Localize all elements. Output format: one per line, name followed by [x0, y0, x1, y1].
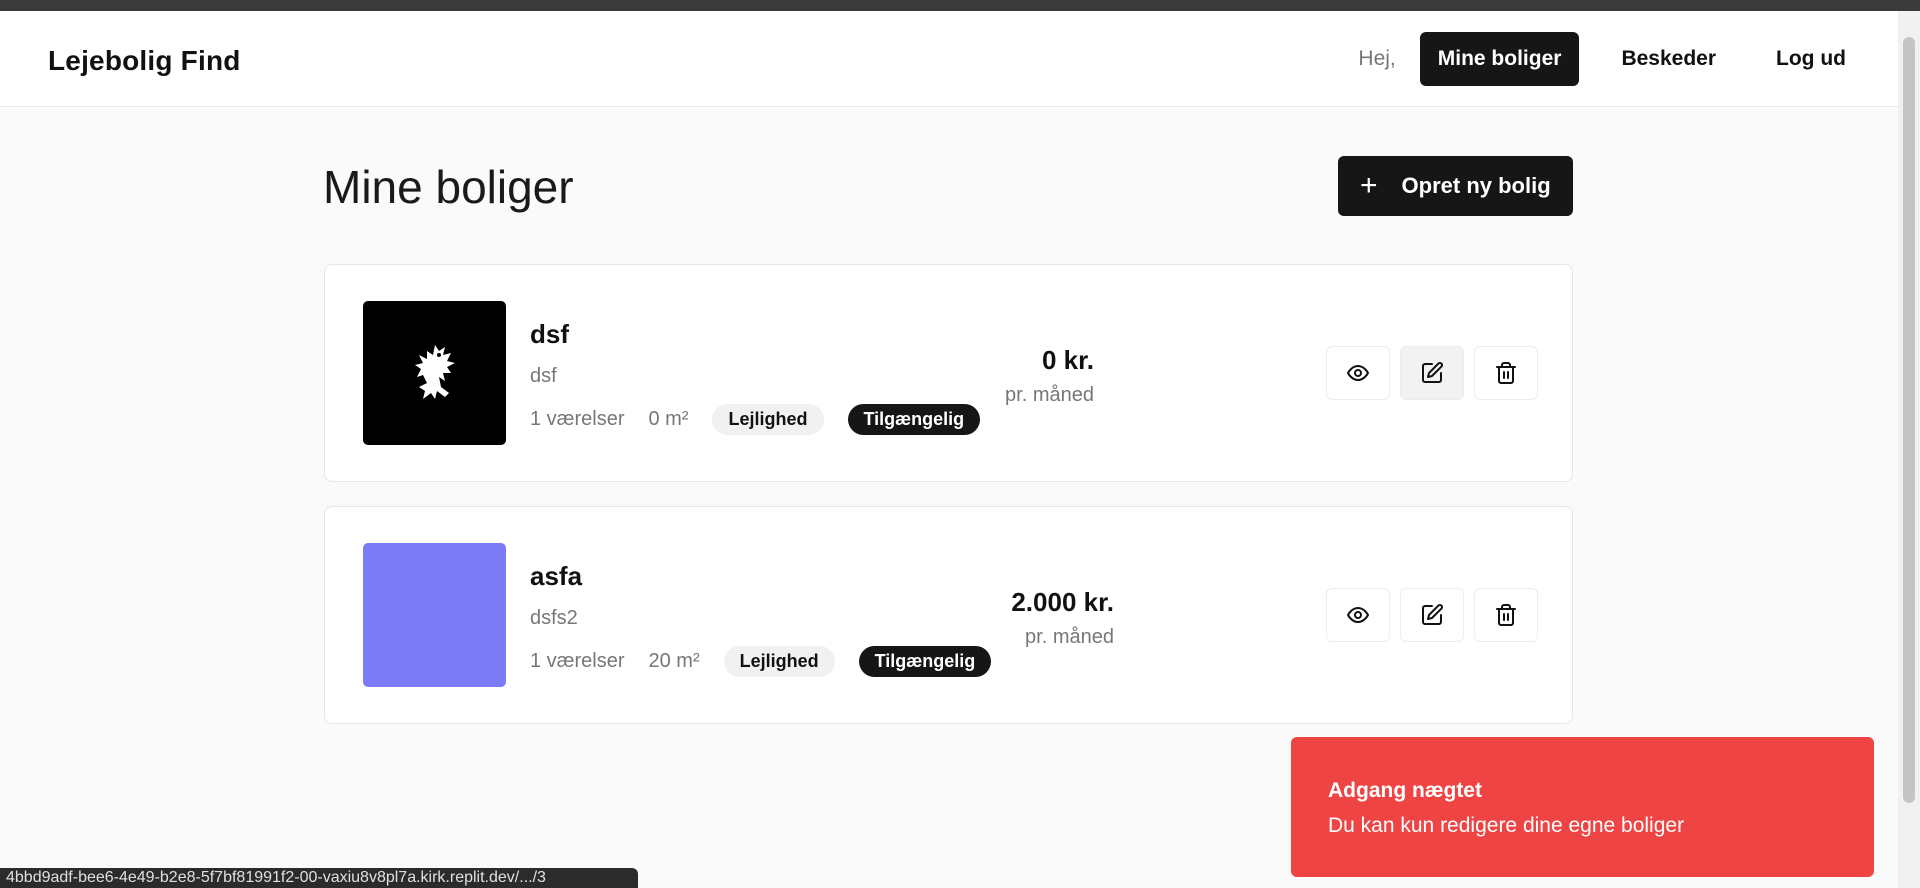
browser-top-strip [0, 0, 1920, 11]
view-button[interactable] [1326, 588, 1390, 642]
create-property-button[interactable]: + Opret ny bolig [1338, 156, 1573, 216]
eye-icon [1347, 607, 1369, 623]
listing-card: dsf dsf 1 værelser 0 m² Lejlighed Tilgæn… [324, 264, 1573, 482]
delete-button[interactable] [1474, 588, 1538, 642]
price-unit: pr. måned [1005, 384, 1094, 406]
brand-logo[interactable]: Lejebolig Find [48, 45, 241, 77]
type-badge: Lejlighed [712, 404, 824, 435]
status-badge: Tilgængelig [858, 646, 992, 677]
edit-button[interactable] [1400, 346, 1464, 400]
listing-subtitle: dsf [530, 365, 557, 387]
listing-rooms: 1 værelser [530, 408, 625, 430]
nav-my-properties[interactable]: Mine boliger [1419, 32, 1580, 86]
listing-subtitle: dsfs2 [530, 607, 578, 629]
listing-area: 0 m² [648, 408, 689, 430]
toast-message: Du kan kun redigere dine egne boliger [1328, 814, 1685, 837]
status-badge: Tilgængelig [847, 404, 981, 435]
price-amount: 2.000 kr. [1011, 587, 1114, 617]
page-scrollbar[interactable] [1898, 11, 1920, 888]
view-button[interactable] [1326, 346, 1390, 400]
error-toast[interactable]: Adgang nægtet Du kan kun redigere dine e… [1291, 737, 1874, 877]
listing-card: asfa dsfs2 1 værelser 20 m² Lejlighed Ti… [324, 506, 1573, 724]
listing-meta: 1 værelser 0 m² Lejlighed Tilgængelig [530, 404, 981, 435]
delete-button[interactable] [1474, 346, 1538, 400]
create-property-label: Opret ny bolig [1401, 173, 1551, 198]
listing-title[interactable]: dsf [530, 319, 569, 350]
main-nav: Hej, Mine boliger Beskeder Log ud [1358, 32, 1898, 86]
listing-actions [1326, 346, 1548, 400]
plus-icon: + [1360, 169, 1378, 202]
eye-icon [1347, 365, 1369, 381]
griffin-logo [414, 345, 455, 399]
scrollbar-thumb[interactable] [1903, 37, 1915, 803]
listing-image[interactable] [363, 543, 506, 687]
type-badge: Lejlighed [723, 646, 835, 677]
edit-icon [1422, 362, 1443, 383]
listing-price: 2.000 kr. pr. måned [1011, 587, 1114, 649]
trash-icon [1496, 362, 1516, 384]
price-amount: 0 kr. [1041, 345, 1094, 375]
greeting-text: Hej, [1358, 47, 1396, 70]
page-title: Mine boliger [323, 161, 574, 213]
listing-price: 0 kr. pr. måned [1005, 345, 1094, 407]
price-unit: pr. måned [1025, 626, 1114, 648]
trash-icon [1496, 604, 1516, 626]
site-header: Lejebolig Find Hej, Mine boliger Beskede… [0, 11, 1898, 107]
status-bar-url: 4bbd9adf-bee6-4e49-b2e8-5f7bf81991f2-00-… [0, 868, 638, 888]
listing-area: 20 m² [648, 650, 700, 672]
edit-icon [1422, 604, 1443, 625]
listing-image[interactable] [363, 301, 506, 445]
listing-rooms: 1 værelser [530, 650, 625, 672]
nav-logout[interactable]: Log ud [1758, 32, 1864, 86]
listing-title[interactable]: asfa [530, 561, 582, 592]
listing-actions [1326, 588, 1548, 642]
nav-messages[interactable]: Beskeder [1603, 32, 1734, 86]
listing-meta: 1 værelser 20 m² Lejlighed Tilgængelig [530, 646, 992, 677]
toast-title: Adgang nægtet [1328, 779, 1482, 802]
edit-button[interactable] [1400, 588, 1464, 642]
